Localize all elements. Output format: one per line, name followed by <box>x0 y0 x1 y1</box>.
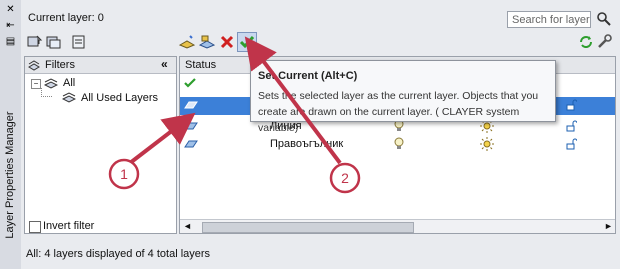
annotation-marker-2-label: 2 <box>341 170 349 186</box>
annotation-arrow-1 <box>128 112 196 165</box>
annotation-marker-1-label: 1 <box>120 166 128 182</box>
annotation-arrow-2 <box>244 36 342 165</box>
annotation-overlay: 1 2 <box>108 36 361 194</box>
